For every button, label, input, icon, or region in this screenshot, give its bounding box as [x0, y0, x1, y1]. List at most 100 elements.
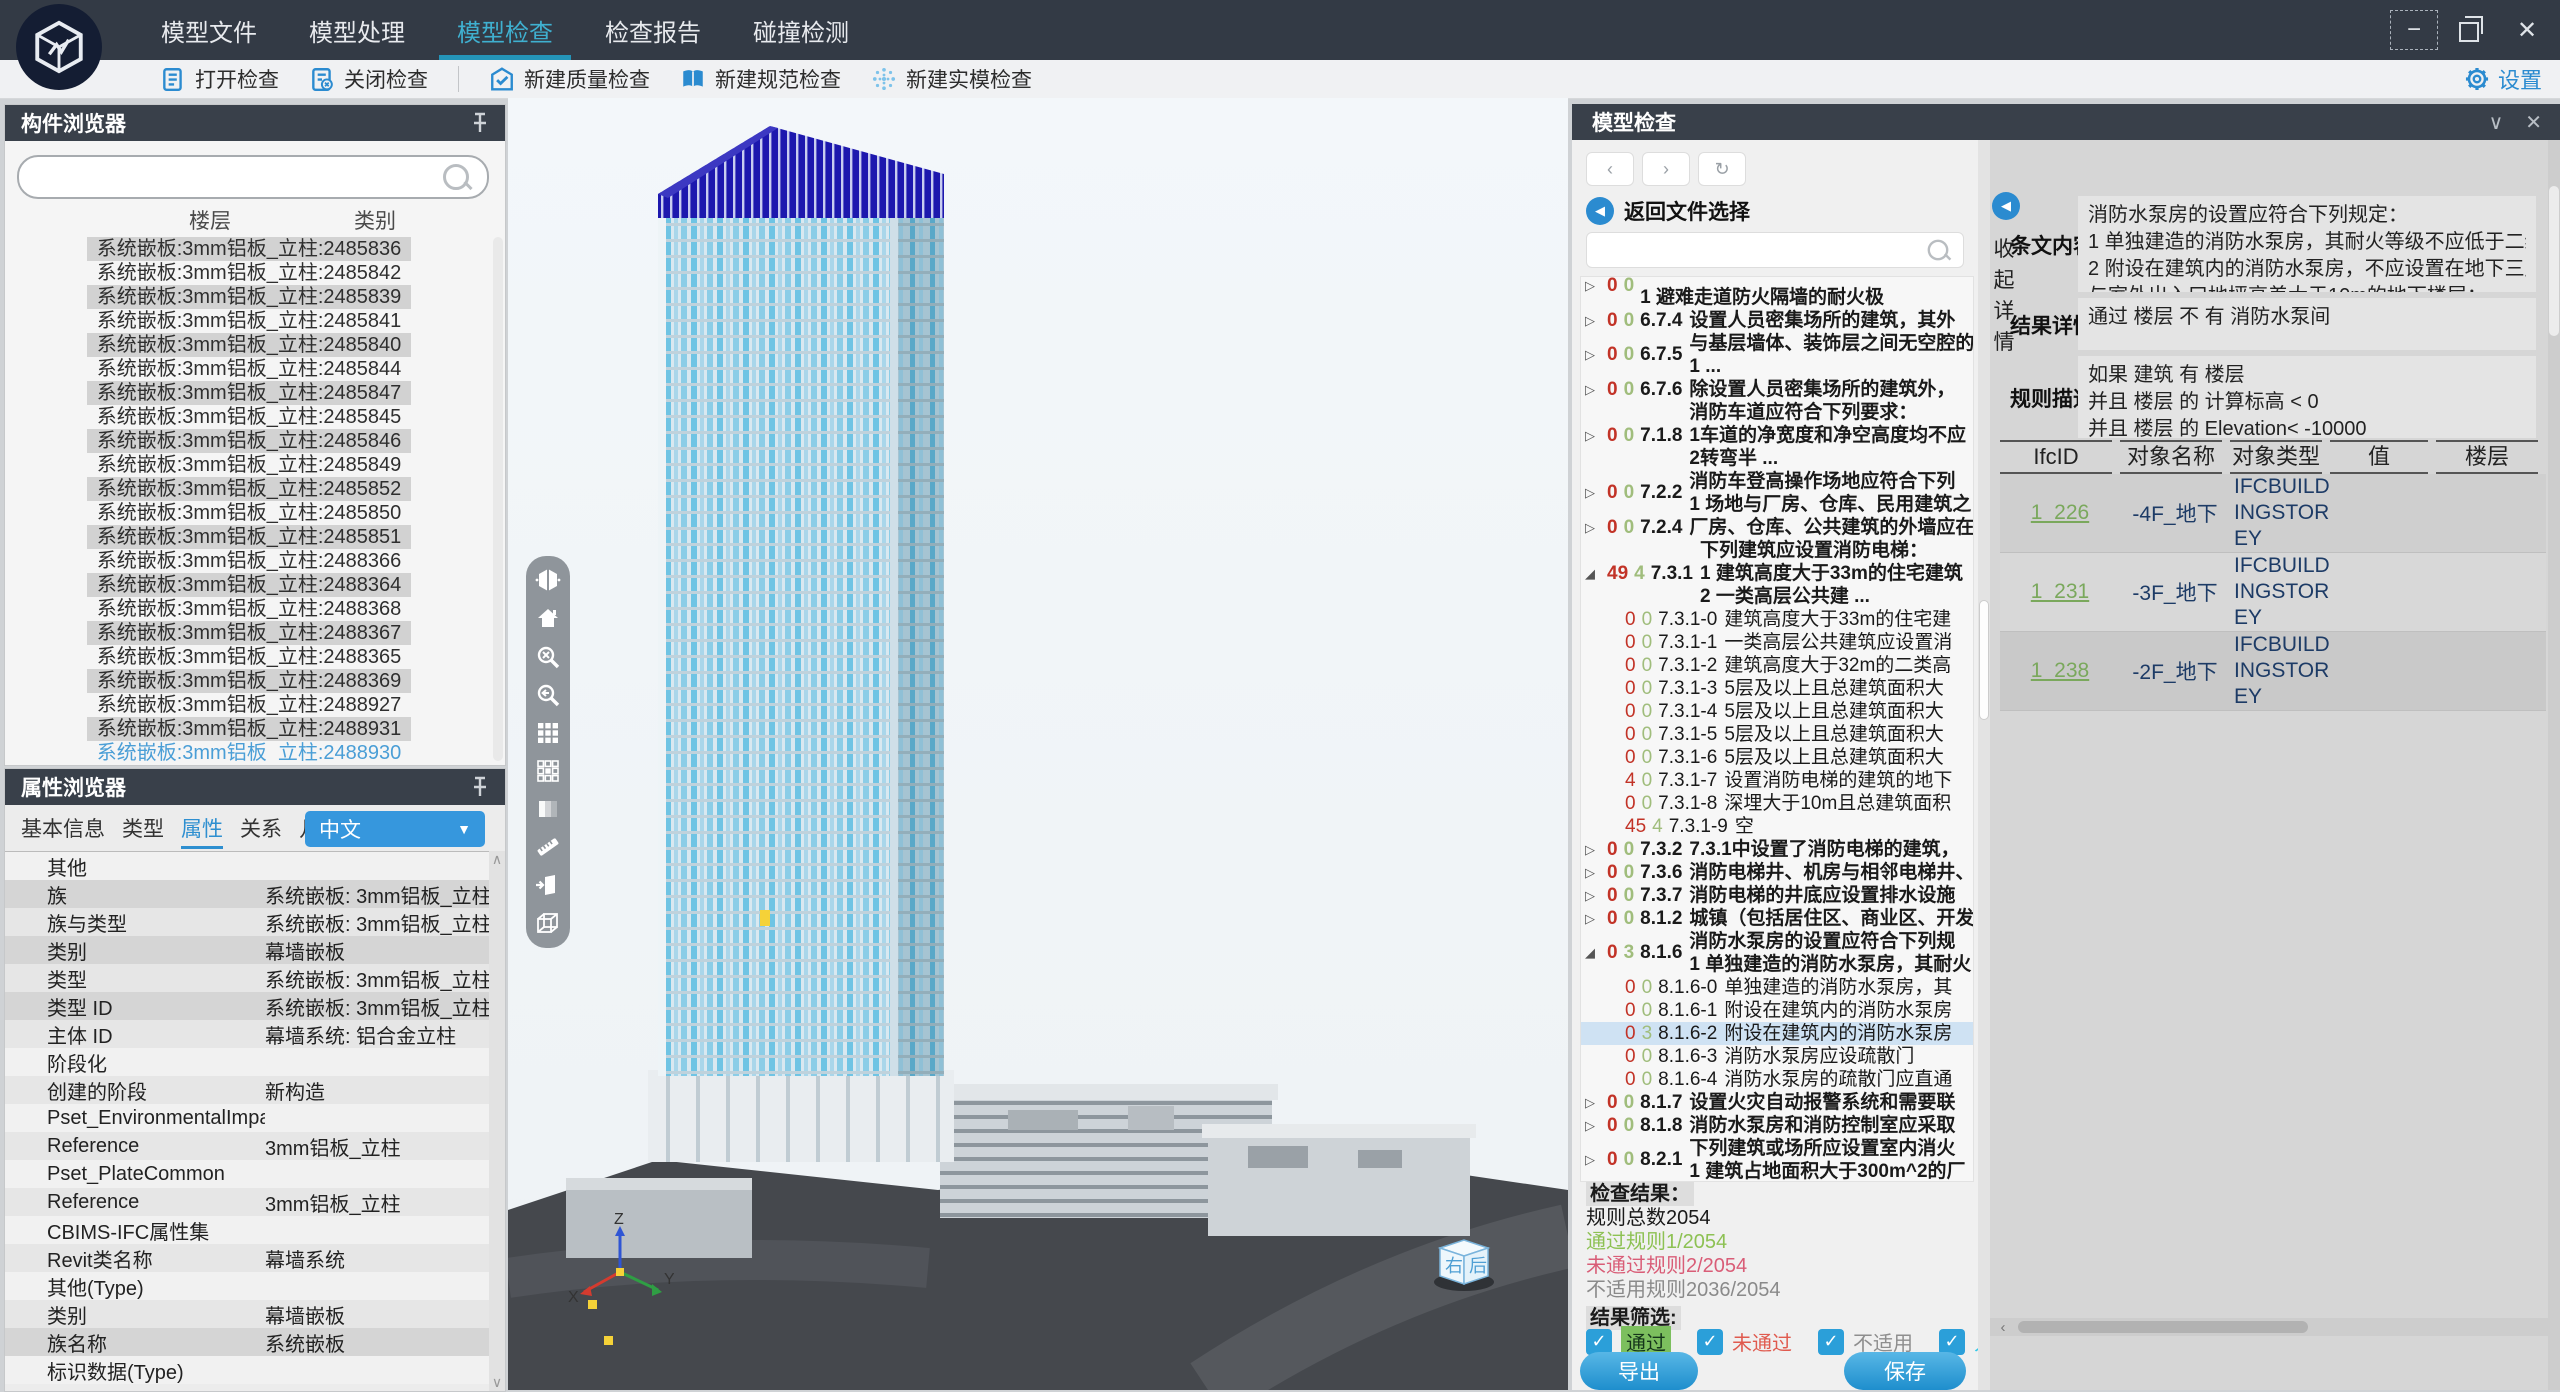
collapsed-icon[interactable]: ▷ [1581, 520, 1607, 536]
restore-button[interactable] [2448, 11, 2494, 49]
pin-icon[interactable] [469, 775, 491, 799]
ifc-id-link[interactable]: 1_226 [2000, 501, 2120, 525]
component-item[interactable]: 系统嵌板:3mm铝板_立柱:2488368 [11, 597, 487, 621]
component-item[interactable]: 系统嵌板:3mm铝板_立柱:2485852 [11, 477, 487, 501]
rule-tree-node[interactable]: 007.3.1-2建筑高度大于32m的二类高 [1581, 654, 1973, 677]
shading-icon[interactable] [534, 795, 562, 823]
collapsed-icon[interactable]: ▷ [1581, 865, 1607, 881]
component-item[interactable]: 系统嵌板:3mm铝板_立柱:2485847 [11, 381, 487, 405]
component-item[interactable]: 系统嵌板:3mm铝板_立柱:2485841 [11, 309, 487, 333]
checkbox-checked-icon[interactable]: ✓ [1818, 1329, 1844, 1355]
export-button[interactable]: 导出 [1580, 1352, 1698, 1390]
toolbar-spec-book-button[interactable]: 新建规范检查 [680, 64, 841, 94]
rule-tree-node[interactable]: 008.1.6-0单独建造的消防水泵房，其 [1581, 976, 1973, 999]
collapsed-icon[interactable]: ▷ [1581, 278, 1607, 294]
property-group-row[interactable]: 其他 [5, 852, 489, 880]
table-row[interactable]: 1_238-2F_地下IFCBUILDINGSTOREY [2000, 632, 2546, 711]
zoom-extents-icon[interactable] [534, 643, 562, 671]
property-row[interactable]: 创建的阶段新构造 [5, 1076, 489, 1104]
component-item[interactable]: 系统嵌板:3mm铝板_立柱:2488930 [11, 741, 487, 761]
home-icon[interactable] [534, 604, 562, 632]
detail-vscrollbar-thumb[interactable] [2549, 186, 2559, 336]
rule-tree-node[interactable]: ▷008.2.1下列建筑或场所应设置室内消火1 建筑占地面积大于300m^2的厂 [1581, 1137, 1973, 1182]
toolbar-quality-check-button[interactable]: 新建质量检查 [489, 64, 650, 94]
checkbox-checked-icon[interactable]: ✓ [1939, 1329, 1965, 1355]
ifc-id-link[interactable]: 1_231 [2000, 580, 2120, 604]
rule-tree-node[interactable]: 007.3.1-0建筑高度大于33m的住宅建 [1581, 608, 1973, 631]
rule-search-input[interactable] [1587, 239, 1925, 261]
collapsed-icon[interactable]: ▷ [1581, 1095, 1607, 1111]
property-row[interactable]: 主体 ID幕墙系统: 铝合金立柱 [5, 1020, 489, 1048]
rule-tree-node[interactable]: 008.1.6-1附设在建筑内的消防水泵房 [1581, 999, 1973, 1022]
component-item[interactable]: 系统嵌板:3mm铝板_立柱:2485844 [11, 357, 487, 381]
rule-tree-node[interactable]: ▷007.3.27.3.1中设置了消防电梯的建筑， [1581, 838, 1973, 861]
collapsed-icon[interactable]: ▷ [1581, 428, 1607, 444]
tab-模型文件[interactable]: 模型文件 [135, 0, 283, 60]
rule-tree-node[interactable]: 007.3.1-65层及以上且总建筑面积大 [1581, 746, 1973, 769]
component-item[interactable]: 系统嵌板:3mm铝板_立柱:2488365 [11, 645, 487, 669]
component-item[interactable]: 系统嵌板:3mm铝板_立柱:2485836 [11, 237, 487, 261]
rule-tree-node[interactable]: ▷008.1.8消防水泵房和消防控制室应采取 [1581, 1114, 1973, 1137]
column-floor[interactable]: 楼层 [189, 205, 231, 235]
language-dropdown[interactable]: 中文 ▼ [305, 811, 485, 847]
component-item[interactable]: 系统嵌板:3mm铝板_立柱:2485851 [11, 525, 487, 549]
collapsed-icon[interactable]: ▷ [1581, 911, 1607, 927]
minimize-button[interactable]: − [2390, 10, 2438, 50]
rule-tree-node[interactable]: 007.3.1-45层及以上且总建筑面积大 [1581, 700, 1973, 723]
collapsed-icon[interactable]: ▷ [1581, 313, 1607, 329]
expanded-icon[interactable]: ◢ [1581, 566, 1607, 582]
table-column-对象类型[interactable]: 对象类型 [2230, 440, 2322, 474]
tab-模型处理[interactable]: 模型处理 [283, 0, 431, 60]
rule-tree-node[interactable]: 038.1.6-2附设在建筑内的消防水泵房 [1581, 1022, 1973, 1045]
rule-tree-node[interactable]: ▷001 避难走道防火隔墙的耐火极 [1581, 276, 1973, 309]
collapsed-icon[interactable]: ▷ [1581, 382, 1607, 398]
property-row[interactable]: 类型系统嵌板: 3mm铝板_立柱 [5, 964, 489, 992]
tab-模型检查[interactable]: 模型检查 [431, 0, 579, 60]
property-row[interactable]: 类型 ID系统嵌板: 3mm铝板_立柱 [5, 992, 489, 1020]
rule-tree-node[interactable]: ▷007.2.4厂房、仓库、公共建筑的外墙应在 [1581, 516, 1973, 539]
rule-tree-node[interactable]: 4547.3.1-9空 [1581, 815, 1973, 838]
toolbar-doc-open-button[interactable]: 打开检查 [160, 64, 279, 94]
property-row[interactable]: 族系统嵌板: 3mm铝板_立柱 [5, 880, 489, 908]
rule-tree-node[interactable]: 407.3.1-7设置消防电梯的建筑的地下 [1581, 769, 1973, 792]
component-item[interactable]: 系统嵌板:3mm铝板_立柱:2485842 [11, 261, 487, 285]
ifc-id-link[interactable]: 1_238 [2000, 659, 2120, 683]
grid-icon[interactable] [534, 719, 562, 747]
3d-viewport[interactable]: Z X Y 右 后 [508, 98, 1568, 1390]
component-item[interactable]: 系统嵌板:3mm铝板_立柱:2488369 [11, 669, 487, 693]
toolbar-real-model-button[interactable]: 新建实模检查 [871, 64, 1032, 94]
collapsed-icon[interactable]: ▷ [1581, 888, 1607, 904]
rule-tree-node[interactable]: 007.3.1-8深埋大于10m且总建筑面积 [1581, 792, 1973, 815]
component-item[interactable]: 系统嵌板:3mm铝板_立柱:2485849 [11, 453, 487, 477]
component-search-input[interactable] [19, 166, 443, 189]
property-group-row[interactable]: 阶段化 [5, 1048, 489, 1076]
property-row[interactable]: Revit类名称幕墙系统 [5, 1244, 489, 1272]
collapsed-icon[interactable]: ▷ [1581, 347, 1607, 363]
rule-tree-node[interactable]: ◢038.1.6消防水泵房的设置应符合下列规1 单独建造的消防水泵房，其耐火 [1581, 930, 1973, 976]
property-row[interactable]: 族与类型系统嵌板: 3mm铝板_立柱 [5, 908, 489, 936]
property-row[interactable]: 类别幕墙嵌板 [5, 1300, 489, 1328]
grid-select-icon[interactable] [534, 757, 562, 785]
nav-forward-button[interactable]: › [1642, 152, 1690, 186]
detail-vscrollbar[interactable] [2548, 140, 2560, 1390]
tab-碰撞检测[interactable]: 碰撞检测 [727, 0, 875, 60]
component-list-scrollbar[interactable] [493, 237, 503, 761]
settings-button[interactable]: 设置 [2464, 60, 2542, 98]
3d-model[interactable] [508, 98, 1568, 1390]
rule-tree-node[interactable]: ▷008.1.7设置火灾自动报警系统和需要联 [1581, 1091, 1973, 1114]
rule-tree-node[interactable]: ▷007.1.8消防车道应符合下列要求：1车道的净宽度和净空高度均不应2转弯半 … [1581, 401, 1973, 470]
table-column-值[interactable]: 值 [2330, 440, 2428, 474]
tree-scrollbar[interactable] [1978, 140, 1990, 1390]
rule-tree-node[interactable]: ▷006.7.5与基层墙体、装饰层之间无空腔的1 ... [1581, 332, 1973, 378]
view-cube[interactable]: 右 后 [1430, 1226, 1498, 1294]
component-item[interactable]: 系统嵌板:3mm铝板_立柱:2485846 [11, 429, 487, 453]
component-item[interactable]: 系统嵌板:3mm铝板_立柱:2485839 [11, 285, 487, 309]
collapsed-icon[interactable]: ▷ [1581, 842, 1607, 858]
collapsed-icon[interactable]: ▷ [1581, 485, 1607, 501]
pin-icon[interactable] [469, 111, 491, 135]
table-row[interactable]: 1_226-4F_地下IFCBUILDINGSTOREY [2000, 474, 2546, 553]
rule-tree-node[interactable]: ▷007.2.2消防车登高操作场地应符合下列1 场地与厂房、仓库、民用建筑之 [1581, 470, 1973, 516]
property-row[interactable]: Reference3mm铝板_立柱 [5, 1132, 489, 1160]
rule-tree-node[interactable]: 008.1.6-4消防水泵房的疏散门应直通 [1581, 1068, 1973, 1091]
hscroll-left-icon[interactable]: ‹ [1990, 1318, 2016, 1336]
